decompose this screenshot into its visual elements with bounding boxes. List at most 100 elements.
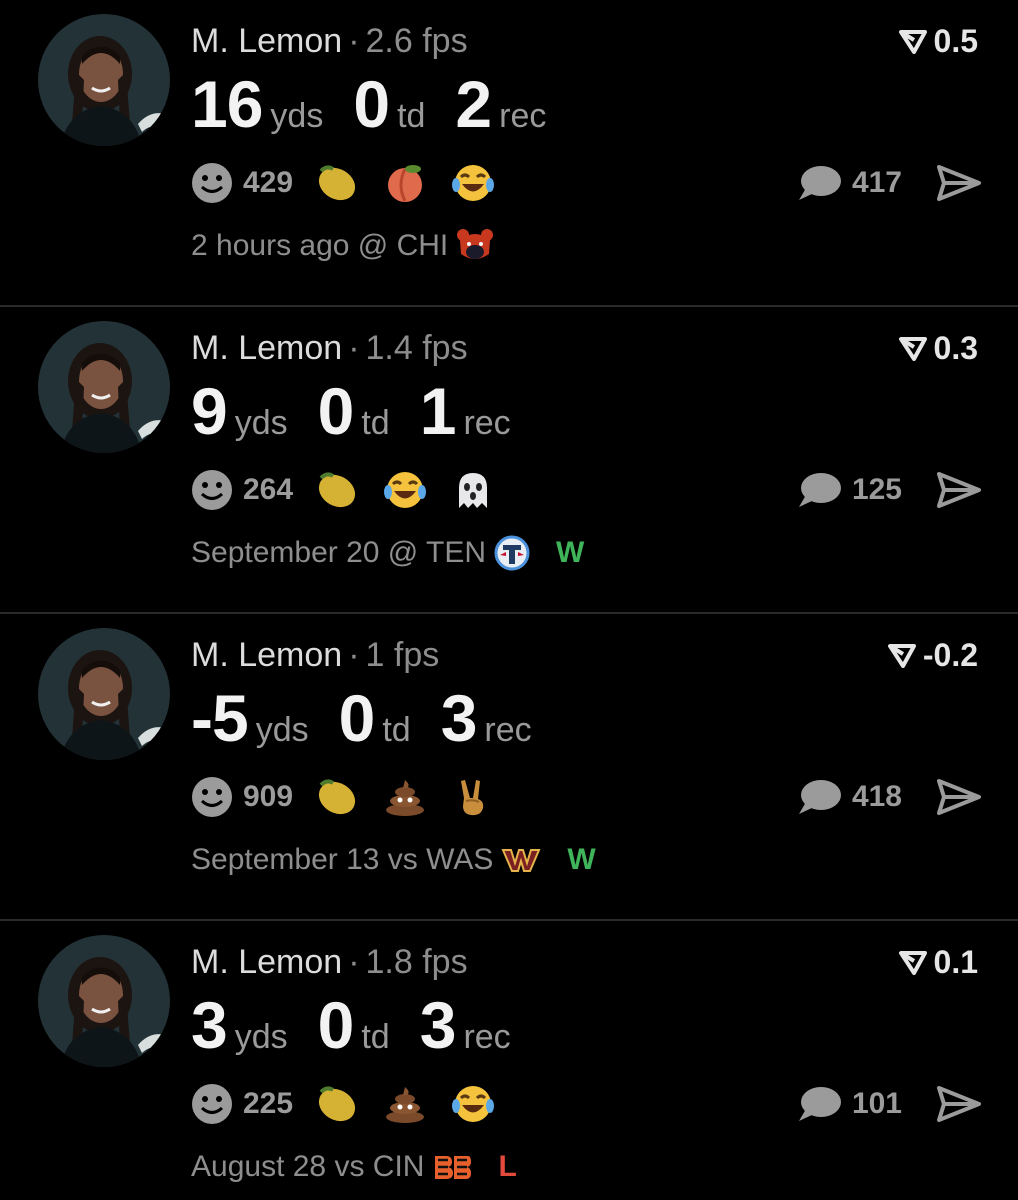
lemon-emoji[interactable] bbox=[315, 163, 359, 203]
comment-count: 417 bbox=[851, 166, 902, 199]
comment-count: 101 bbox=[851, 1087, 902, 1120]
stat-line: 3 yds 0 td 3 rec bbox=[191, 987, 541, 1067]
speech-bubble-icon bbox=[798, 473, 841, 507]
yds-value: 16 bbox=[191, 67, 263, 141]
post-header: M. Lemon · 1.8 fps bbox=[191, 941, 468, 983]
game-text: September 20 @ TEN bbox=[191, 536, 487, 569]
smiley-face-icon[interactable] bbox=[191, 776, 233, 818]
reaction-count[interactable]: 909 bbox=[243, 780, 293, 814]
fantasy-points-icon bbox=[898, 951, 927, 975]
game-info: August 28 vs CIN L bbox=[191, 1147, 517, 1187]
smiley-face-icon[interactable] bbox=[191, 162, 233, 204]
score-value: 0.1 bbox=[933, 944, 978, 980]
comment-button[interactable]: 125 bbox=[796, 469, 902, 511]
post-card[interactable]: M. Lemon · 2.6 fps 0.5 16 yds 0 td 2 rec 429 bbox=[0, 0, 1018, 307]
separator-dot: · bbox=[348, 329, 360, 367]
lemon-emoji[interactable] bbox=[315, 470, 359, 510]
td-label: td bbox=[361, 1018, 390, 1056]
td-value: 0 bbox=[353, 67, 390, 141]
pile-of-poo-emoji[interactable] bbox=[383, 1084, 427, 1124]
ghost-emoji[interactable] bbox=[451, 470, 495, 510]
post-card[interactable]: M. Lemon · 1 fps -0.2 -5 yds 0 td 3 rec 909 bbox=[0, 614, 1018, 921]
td-value: 0 bbox=[317, 988, 355, 1062]
tears-of-joy-emoji[interactable] bbox=[383, 470, 427, 510]
yds-value: 3 bbox=[191, 988, 228, 1062]
game-text: August 28 vs CIN bbox=[191, 1150, 425, 1183]
score-value: 0.5 bbox=[933, 23, 978, 59]
comment-button[interactable]: 418 bbox=[796, 776, 902, 818]
share-arrow-icon[interactable] bbox=[936, 163, 982, 203]
reaction-bar: 264 bbox=[191, 469, 519, 511]
game-text: 2 hours ago @ CHI bbox=[191, 229, 449, 262]
share-arrow-icon[interactable] bbox=[936, 470, 982, 510]
commanders-logo bbox=[501, 849, 541, 872]
reaction-count[interactable]: 264 bbox=[243, 473, 293, 507]
separator-dot: · bbox=[348, 22, 360, 60]
bengals-logo bbox=[435, 1156, 472, 1179]
player-photo-icon bbox=[60, 957, 166, 1067]
fantasy-points-icon bbox=[898, 337, 927, 361]
player-avatar[interactable] bbox=[38, 14, 170, 146]
post-card[interactable]: M. Lemon · 1.8 fps 0.1 3 yds 0 td 3 rec 225 bbox=[0, 921, 1018, 1200]
rec-value: 3 bbox=[419, 988, 457, 1062]
comment-count: 418 bbox=[851, 780, 902, 813]
share-arrow-icon[interactable] bbox=[936, 777, 982, 817]
fantasy-points-icon bbox=[887, 644, 916, 668]
fps-value: 2.6 fps bbox=[365, 22, 468, 60]
speech-bubble-icon bbox=[798, 1087, 841, 1121]
game-text: September 13 vs WAS bbox=[191, 843, 494, 876]
titans-logo bbox=[494, 535, 530, 571]
tears-of-joy-emoji[interactable] bbox=[451, 163, 495, 203]
reaction-count[interactable]: 225 bbox=[243, 1087, 293, 1121]
player-name[interactable]: M. Lemon bbox=[191, 943, 342, 981]
yds-label: yds bbox=[234, 1018, 288, 1056]
stat-line: -5 yds 0 td 3 rec bbox=[191, 680, 562, 760]
lemon-emoji[interactable] bbox=[315, 1084, 359, 1124]
player-avatar[interactable] bbox=[38, 935, 170, 1067]
reaction-count[interactable]: 429 bbox=[243, 166, 293, 200]
smiley-face-icon[interactable] bbox=[191, 1083, 233, 1125]
player-name[interactable]: M. Lemon bbox=[191, 636, 342, 674]
peach-emoji[interactable] bbox=[383, 163, 427, 203]
speech-bubble-icon bbox=[798, 166, 841, 200]
comment-button[interactable]: 101 bbox=[796, 1083, 902, 1125]
lemon-emoji[interactable] bbox=[315, 777, 359, 817]
score-badge: 0.3 bbox=[898, 327, 978, 369]
post-header: M. Lemon · 1.4 fps bbox=[191, 327, 468, 369]
yds-label: yds bbox=[234, 404, 288, 442]
td-label: td bbox=[361, 404, 390, 442]
separator-dot: · bbox=[348, 636, 360, 674]
yds-label: yds bbox=[255, 711, 309, 749]
player-photo-icon bbox=[60, 650, 166, 760]
yds-label: yds bbox=[270, 97, 324, 135]
reaction-bar: 909 bbox=[191, 776, 519, 818]
post-header: M. Lemon · 1 fps bbox=[191, 634, 439, 676]
smiley-face-icon[interactable] bbox=[191, 469, 233, 511]
stat-line: 9 yds 0 td 1 rec bbox=[191, 373, 541, 453]
rec-value: 2 bbox=[455, 67, 492, 141]
game-result: W bbox=[556, 536, 585, 569]
post-card[interactable]: M. Lemon · 1.4 fps 0.3 9 yds 0 td 1 rec 264 bbox=[0, 307, 1018, 614]
tears-of-joy-emoji[interactable] bbox=[451, 1084, 495, 1124]
score-value: -0.2 bbox=[922, 637, 978, 673]
fps-value: 1 fps bbox=[365, 636, 440, 674]
comment-button[interactable]: 417 bbox=[796, 162, 902, 204]
game-result: L bbox=[498, 1150, 517, 1183]
post-header: M. Lemon · 2.6 fps bbox=[191, 20, 468, 62]
player-avatar[interactable] bbox=[38, 321, 170, 453]
game-result: W bbox=[567, 843, 596, 876]
rec-label: rec bbox=[463, 1018, 511, 1056]
share-arrow-icon[interactable] bbox=[936, 1084, 982, 1124]
player-name[interactable]: M. Lemon bbox=[191, 329, 342, 367]
pile-of-poo-emoji[interactable] bbox=[383, 777, 427, 817]
rec-label: rec bbox=[463, 404, 511, 442]
fantasy-feed: M. Lemon · 2.6 fps 0.5 16 yds 0 td 2 rec 429 bbox=[0, 0, 1018, 1200]
player-name[interactable]: M. Lemon bbox=[191, 22, 342, 60]
td-label: td bbox=[397, 97, 426, 135]
td-value: 0 bbox=[317, 374, 355, 448]
rec-value: 3 bbox=[440, 681, 478, 755]
victory-hand-emoji[interactable] bbox=[451, 777, 495, 817]
player-avatar[interactable] bbox=[38, 628, 170, 760]
bears-logo bbox=[457, 229, 494, 259]
yds-value: -5 bbox=[191, 681, 249, 755]
